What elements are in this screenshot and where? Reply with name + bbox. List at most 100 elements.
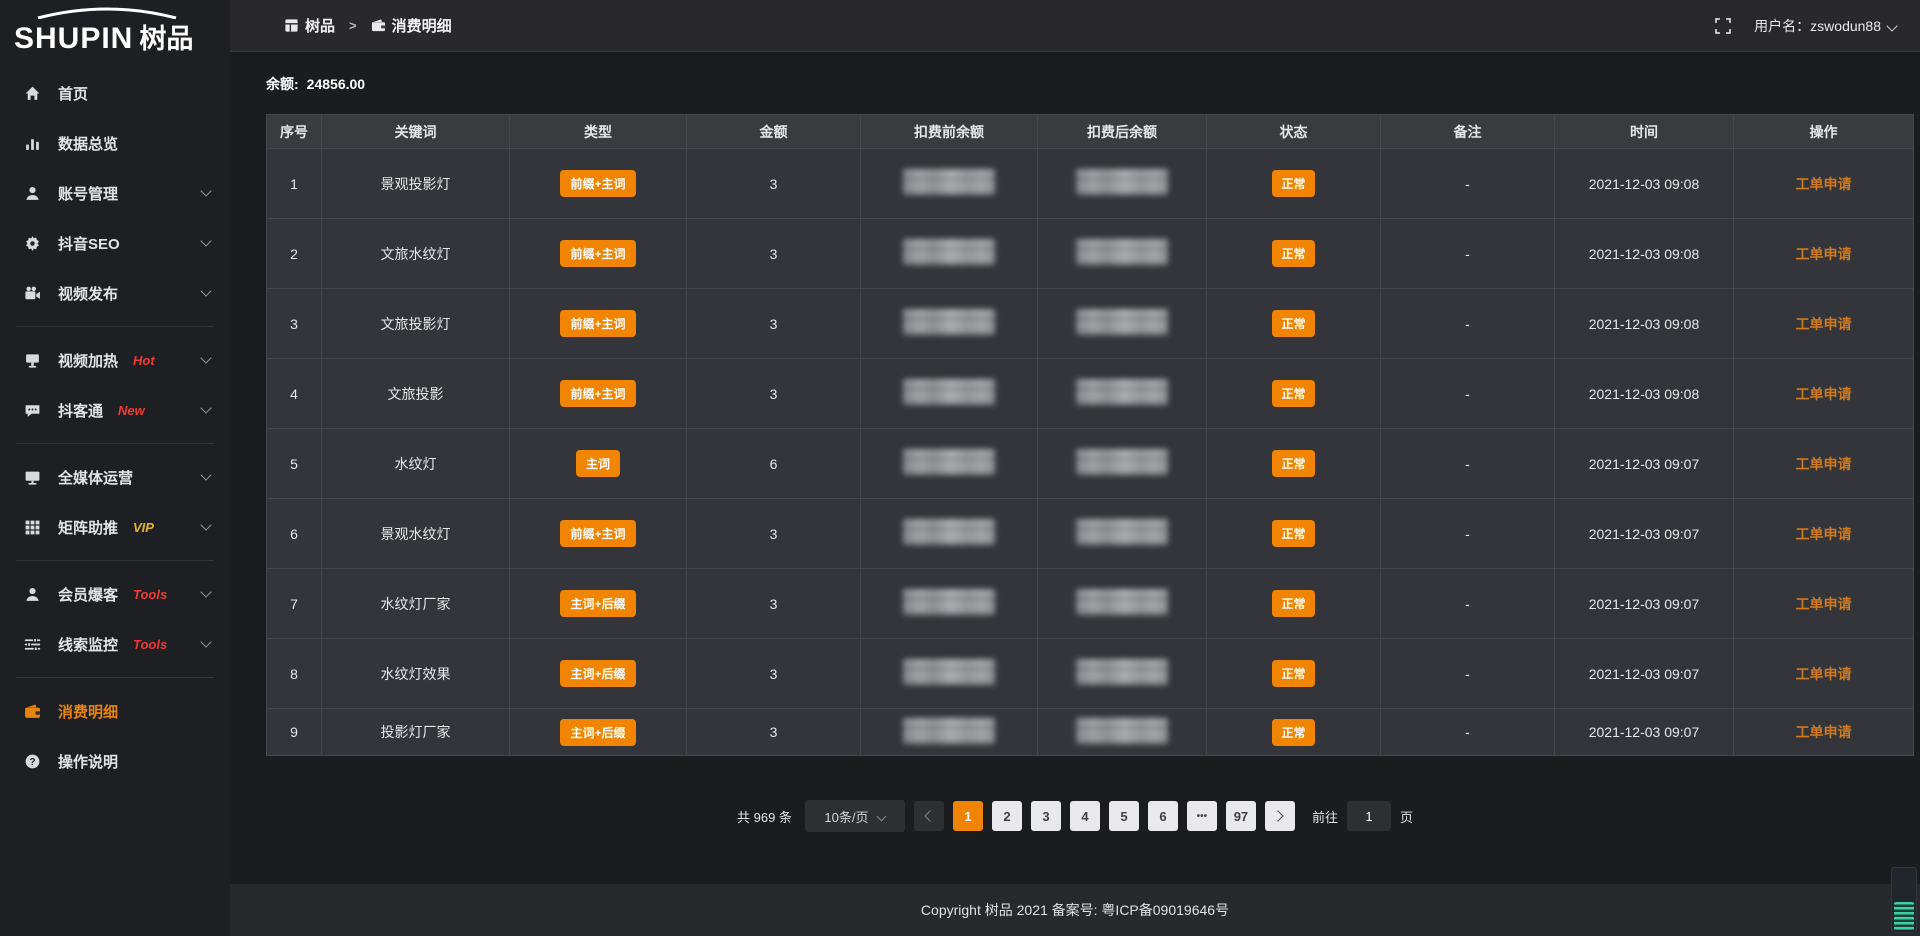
sidebar-item-badge: New — [118, 403, 145, 418]
logo[interactable]: SHUPIN 树品 — [0, 0, 230, 62]
type-badge: 前缀+主词 — [560, 170, 635, 197]
sidebar-item-label: 抖客通 — [58, 400, 103, 421]
question-icon: ? — [24, 753, 41, 770]
sidebar-item-clue-monitor[interactable]: 线索监控Tools — [0, 619, 230, 669]
cell-status: 正常 — [1207, 289, 1381, 359]
cell-amount: 3 — [687, 709, 861, 756]
cell-amount: 3 — [687, 149, 861, 219]
cell-remark: - — [1381, 289, 1555, 359]
page-button-4[interactable]: 4 — [1070, 801, 1100, 831]
cell-type: 主词 — [510, 429, 687, 499]
page-button-2[interactable]: 2 — [992, 801, 1022, 831]
sidebar-item-video-publish[interactable]: 视频发布 — [0, 268, 230, 318]
work-order-link[interactable]: 工单申请 — [1796, 456, 1852, 472]
type-badge: 前缀+主词 — [560, 310, 635, 337]
work-order-link[interactable]: 工单申请 — [1796, 526, 1852, 542]
work-order-link[interactable]: 工单申请 — [1796, 386, 1852, 402]
cell-keyword: 文旅投影 — [322, 359, 510, 429]
redacted-balance — [903, 589, 995, 615]
status-badge: 正常 — [1272, 450, 1314, 477]
sidebar-item-media-operation[interactable]: 全媒体运营 — [0, 452, 230, 502]
sidebar-item-douketong[interactable]: 抖客通 New — [0, 385, 230, 435]
sidebar-item-data-overview[interactable]: 数据总览 — [0, 118, 230, 168]
floating-widget[interactable] — [1891, 867, 1917, 933]
type-badge: 主词+后缀 — [560, 719, 635, 746]
cell-time: 2021-12-03 09:08 — [1555, 289, 1734, 359]
sidebar-item-label: 抖音SEO — [58, 233, 120, 254]
cell-action: 工单申请 — [1734, 359, 1914, 429]
chat-icon — [24, 402, 41, 419]
column-header-status: 状态 — [1207, 115, 1381, 149]
work-order-link[interactable]: 工单申请 — [1796, 596, 1852, 612]
grid-icon — [24, 519, 41, 536]
sidebar-item-member-baoke[interactable]: 会员爆客Tools — [0, 569, 230, 619]
work-order-link[interactable]: 工单申请 — [1796, 246, 1852, 262]
work-order-link[interactable]: 工单申请 — [1796, 724, 1852, 740]
cell-type: 主词+后缀 — [510, 709, 687, 756]
cell-balance_before — [861, 149, 1038, 219]
consumption-table: 序号关键词类型金额扣费前余额扣费后余额状态备注时间操作 1景观投影灯前缀+主词3… — [266, 114, 1914, 756]
breadcrumb-label: 消费明细 — [392, 15, 452, 36]
cell-time: 2021-12-03 09:08 — [1555, 219, 1734, 289]
redacted-balance — [903, 169, 995, 195]
cell-time: 2021-12-03 09:07 — [1555, 709, 1734, 756]
prev-page-button[interactable] — [914, 801, 944, 831]
type-badge: 前缀+主词 — [560, 240, 635, 267]
redacted-balance — [903, 449, 995, 475]
sidebar-item-consumption-detail[interactable]: 消费明细 — [0, 686, 230, 736]
fullscreen-button[interactable] — [1714, 17, 1732, 35]
redacted-balance — [1076, 659, 1168, 685]
sidebar-item-account-management[interactable]: 账号管理 — [0, 168, 230, 218]
sidebar-divider — [16, 677, 214, 678]
goto-page-input[interactable]: 1 — [1347, 801, 1391, 831]
page-button-3[interactable]: 3 — [1031, 801, 1061, 831]
goto-label: 前往 — [1312, 807, 1338, 826]
table-row: 5水纹灯主词6正常-2021-12-03 09:07工单申请 — [267, 429, 1914, 499]
redacted-balance — [903, 659, 995, 685]
cell-time: 2021-12-03 09:08 — [1555, 359, 1734, 429]
redacted-balance — [903, 239, 995, 265]
chevron-down-icon — [200, 586, 211, 597]
type-badge: 前缀+主词 — [560, 380, 635, 407]
work-order-link[interactable]: 工单申请 — [1796, 316, 1852, 332]
sidebar-item-operation-guide[interactable]: ?操作说明 — [0, 736, 230, 786]
work-order-link[interactable]: 工单申请 — [1796, 666, 1852, 682]
sidebar-item-video-heat[interactable]: 视频加热Hot — [0, 335, 230, 385]
next-page-button[interactable] — [1265, 801, 1295, 831]
column-header-remark: 备注 — [1381, 115, 1555, 149]
status-badge: 正常 — [1272, 380, 1314, 407]
redacted-balance — [1076, 449, 1168, 475]
work-order-link[interactable]: 工单申请 — [1796, 176, 1852, 192]
cell-keyword: 投影灯厂家 — [322, 709, 510, 756]
sidebar-item-douyin-seo[interactable]: 抖音SEO — [0, 218, 230, 268]
display-icon — [24, 352, 41, 369]
page-button-6[interactable]: 6 — [1148, 801, 1178, 831]
logo-text-en: SHUPIN — [14, 22, 133, 56]
cell-type: 主词+后缀 — [510, 569, 687, 639]
chevron-down-icon — [1886, 20, 1897, 31]
page-button-5[interactable]: 5 — [1109, 801, 1139, 831]
user-menu[interactable]: 用户名： zswodun88 — [1754, 16, 1896, 36]
sidebar-item-matrix-boost[interactable]: 矩阵助推VIP — [0, 502, 230, 552]
cell-status: 正常 — [1207, 709, 1381, 756]
topbar-right: 用户名： zswodun88 — [1714, 16, 1896, 36]
column-header-time: 时间 — [1555, 115, 1734, 149]
page-button-1[interactable]: 1 — [953, 801, 983, 831]
chevron-down-icon — [877, 811, 887, 821]
table-header-row: 序号关键词类型金额扣费前余额扣费后余额状态备注时间操作 — [267, 115, 1914, 149]
sidebar-item-label: 会员爆客 — [58, 584, 118, 605]
sidebar-item-home[interactable]: 首页 — [0, 68, 230, 118]
total-count: 共 969 条 — [737, 807, 792, 826]
cell-action: 工单申请 — [1734, 639, 1914, 709]
page-size-select[interactable]: 10条/页 — [805, 800, 905, 832]
breadcrumb-item-current[interactable]: 消费明细 — [371, 15, 452, 36]
status-badge: 正常 — [1272, 240, 1314, 267]
column-header-type: 类型 — [510, 115, 687, 149]
cell-balance_before — [861, 639, 1038, 709]
cell-balance_before — [861, 709, 1038, 756]
table-row: 3文旅投影灯前缀+主词3正常-2021-12-03 09:08工单申请 — [267, 289, 1914, 359]
page-button-97[interactable]: 97 — [1226, 801, 1256, 831]
table-row: 6景观水纹灯前缀+主词3正常-2021-12-03 09:07工单申请 — [267, 499, 1914, 569]
page-ellipsis-button[interactable]: ••• — [1187, 801, 1217, 831]
breadcrumb-item-home[interactable]: 树品 — [284, 15, 335, 36]
